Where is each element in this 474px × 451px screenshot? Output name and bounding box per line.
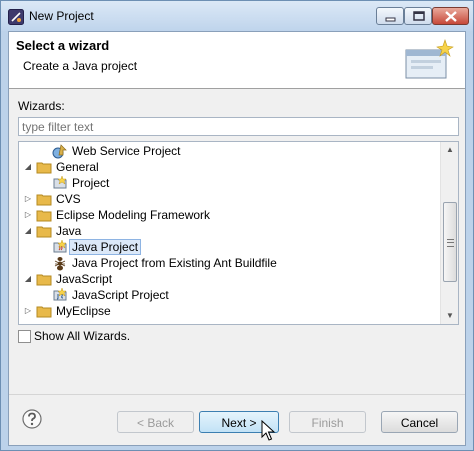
expanded-arrow-icon[interactable]: ◢ <box>23 271 33 287</box>
scrollbar-thumb[interactable] <box>443 202 457 282</box>
folder-icon <box>36 162 52 174</box>
help-icon[interactable] <box>22 409 42 429</box>
maximize-button[interactable] <box>404 7 432 25</box>
folder-icon <box>36 194 52 206</box>
new-wizard-banner-icon <box>405 39 454 79</box>
next-button[interactable]: Next > <box>199 411 279 433</box>
dialog-client-area: Select a wizard Create a Java project Wi… <box>8 31 466 446</box>
checkbox-box[interactable] <box>18 330 31 343</box>
expanded-arrow-icon[interactable]: ◢ <box>23 159 33 175</box>
wizard-filter-input[interactable] <box>18 117 459 136</box>
folder-icon <box>36 226 52 238</box>
folder-icon <box>36 274 52 286</box>
title-bar[interactable]: New Project <box>1 1 473 31</box>
tree-item-label: MyEclipse <box>56 304 111 318</box>
wizard-tree[interactable]: Web Service Project ◢ General Project ▷ … <box>18 141 459 325</box>
minimize-icon <box>385 17 396 22</box>
tree-item-label: Web Service Project <box>72 144 181 158</box>
java-project-icon <box>53 239 67 253</box>
finish-button[interactable]: Finish <box>289 411 366 433</box>
eclipse-app-icon <box>8 9 24 25</box>
web-service-icon <box>52 144 67 159</box>
button-bar-separator <box>9 394 465 395</box>
cancel-button[interactable]: Cancel <box>381 411 458 433</box>
collapsed-arrow-icon[interactable]: ▷ <box>23 207 33 223</box>
tree-item-label: JavaScript Project <box>72 288 169 302</box>
tree-item-label: CVS <box>56 192 81 206</box>
tree-item-label: JavaScript <box>56 272 113 286</box>
header-description: Create a Java project <box>23 59 138 73</box>
scroll-up-arrow-icon[interactable]: ▲ <box>441 142 458 158</box>
scroll-down-arrow-icon[interactable]: ▼ <box>441 308 458 324</box>
tree-item-label: Project <box>72 176 110 190</box>
javascript-project-icon <box>53 287 67 301</box>
expanded-arrow-icon[interactable]: ◢ <box>23 223 33 239</box>
close-icon <box>445 11 457 22</box>
tree-item-label: Eclipse Modeling Framework <box>56 208 211 222</box>
tree-item-label: General <box>56 160 99 174</box>
header-title: Select a wizard <box>16 38 110 53</box>
tree-item-label: Java Project from Existing Ant Buildfile <box>72 256 277 270</box>
tree-item-label: Java <box>56 224 82 238</box>
scrollbar-grip-icon <box>447 239 454 247</box>
tree-item-label: Java Project <box>69 239 142 255</box>
maximize-icon <box>413 11 425 21</box>
show-all-wizards-label: Show All Wizards. <box>34 329 131 343</box>
ant-buildfile-icon <box>54 257 66 271</box>
collapsed-arrow-icon[interactable]: ▷ <box>23 303 33 319</box>
back-button[interactable]: < Back <box>117 411 194 433</box>
project-icon <box>53 175 67 189</box>
collapsed-arrow-icon[interactable]: ▷ <box>23 191 33 207</box>
window-title: New Project <box>29 9 94 23</box>
folder-icon <box>36 306 52 318</box>
tree-vertical-scrollbar[interactable]: ▲ ▼ <box>440 142 458 324</box>
folder-icon <box>36 210 52 222</box>
wizard-header: Select a wizard Create a Java project <box>9 32 465 89</box>
close-button[interactable] <box>432 7 469 25</box>
wizards-label: Wizards: <box>18 99 65 113</box>
minimize-button[interactable] <box>376 7 404 25</box>
new-project-window: New Project Select a wizard Create a Jav… <box>0 0 474 451</box>
